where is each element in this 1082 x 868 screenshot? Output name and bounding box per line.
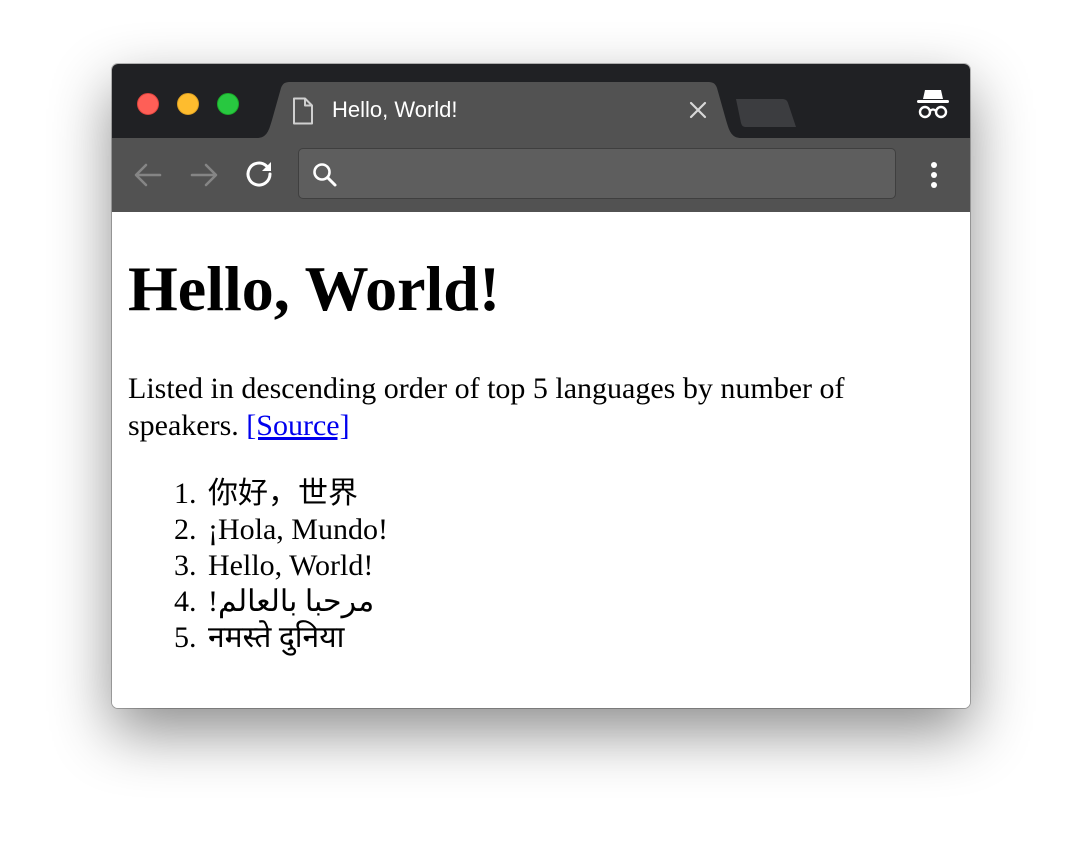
reload-icon[interactable]	[244, 159, 276, 191]
list-item-text: ¡Hola, Mundo!	[208, 513, 388, 546]
list-item-text: Hello, World!	[208, 549, 374, 582]
intro-text: Listed in descending order of top 5 lang…	[128, 372, 845, 442]
source-link[interactable]: [Source]	[246, 409, 349, 442]
page-content: Hello, World! Listed in descending order…	[112, 212, 970, 708]
maximize-window-button[interactable]	[217, 93, 239, 115]
list-number: 3.	[174, 549, 197, 582]
address-bar[interactable]	[298, 148, 896, 199]
list-number: 5.	[174, 621, 197, 654]
search-icon	[311, 161, 339, 189]
list-item-text: नमस्ते दुनिया	[208, 621, 345, 654]
intro-paragraph: Listed in descending order of top 5 lang…	[128, 370, 928, 444]
list-number: 4.	[174, 585, 197, 618]
list-number: 1.	[174, 477, 197, 510]
browser-window: Hello, World! Hello, World! Listed in de…	[112, 64, 970, 708]
list-item-text: مرحبا بالعالم!	[208, 585, 375, 618]
list-number: 2.	[174, 513, 197, 546]
tab-hello-world[interactable]: Hello, World!	[257, 82, 741, 138]
page-heading: Hello, World!	[128, 253, 501, 324]
tab-title: Hello, World!	[332, 97, 458, 122]
new-tab-button[interactable]	[732, 98, 800, 128]
incognito-icon	[916, 86, 950, 120]
more-vertical-icon[interactable]	[920, 159, 948, 191]
minimize-window-button[interactable]	[177, 93, 199, 115]
title-bar: Hello, World!	[112, 64, 970, 138]
list-item-text: 你好，世界	[208, 477, 358, 510]
arrow-right-icon[interactable]	[188, 159, 220, 191]
close-window-button[interactable]	[137, 93, 159, 115]
arrow-left-icon[interactable]	[132, 159, 164, 191]
document-icon	[291, 97, 315, 125]
toolbar	[112, 138, 970, 212]
address-input[interactable]	[353, 157, 887, 191]
close-icon[interactable]	[687, 99, 709, 121]
tab-shape	[257, 82, 741, 138]
